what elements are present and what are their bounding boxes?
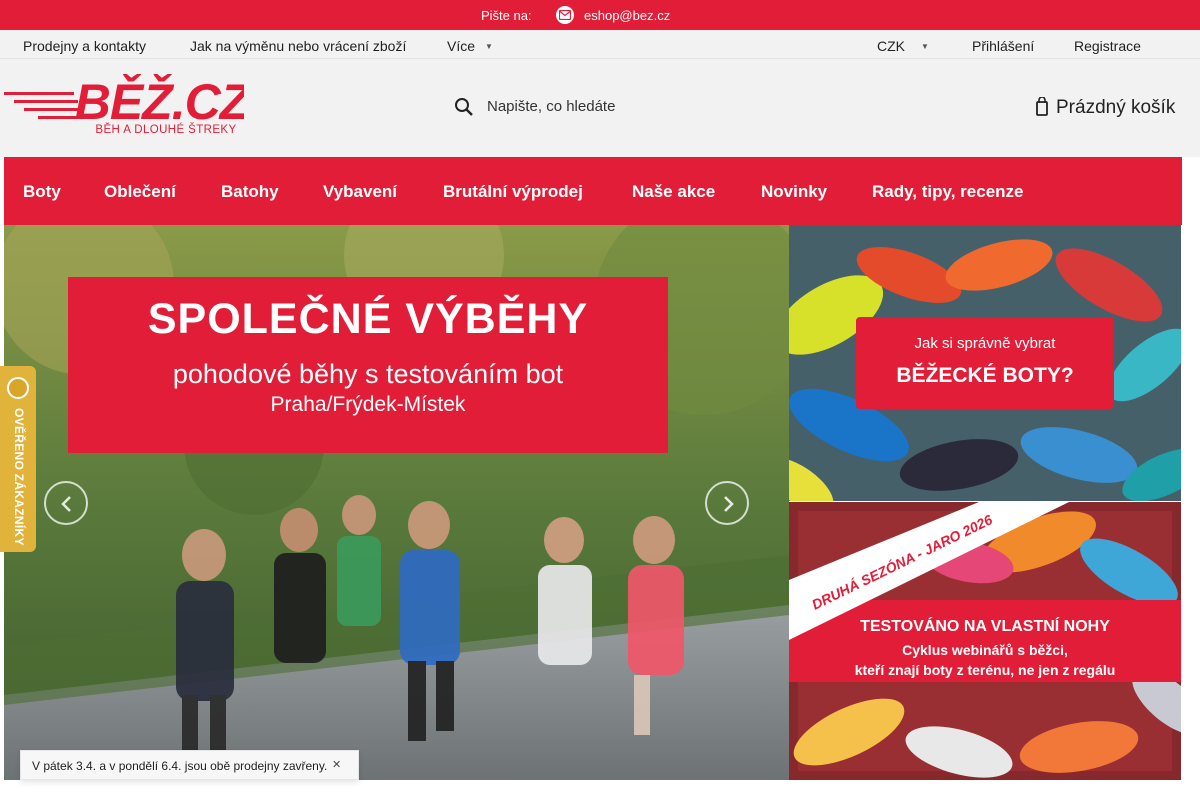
close-icon[interactable]: ✕ (332, 758, 341, 771)
contact-email-link[interactable]: eshop@bez.cz (584, 8, 670, 23)
main-nav: Boty Oblečení Batohy Vybavení Brutální v… (4, 157, 1182, 225)
slider-next-button[interactable] (705, 481, 749, 525)
slider-prev-button[interactable] (44, 481, 88, 525)
logo-text: BĚŽ.CZ (75, 74, 244, 130)
store-closure-notice: V pátek 3.4. a v pondělí 6.4. jsou obě p… (20, 750, 359, 780)
nav-more[interactable]: Více ▼ (447, 38, 493, 54)
shoe-guide-line1: Jak si správně vybrat (914, 335, 1056, 352)
currency-select[interactable]: CZK ▼ (877, 38, 929, 54)
main-nav-vyprodej[interactable]: Brutální výprodej (443, 182, 583, 202)
login-link[interactable]: Přihlášení (972, 38, 1034, 54)
chevron-right-icon (724, 496, 734, 512)
search-icon (455, 98, 473, 116)
main-nav-novinky[interactable]: Novinky (761, 182, 827, 202)
webinar-title: TESTOVÁNO NA VLASTNÍ NOHY (860, 618, 1110, 635)
currency-value: CZK (877, 38, 905, 54)
chevron-down-icon: ▼ (485, 42, 493, 51)
contact-label: Pište na: (481, 8, 532, 23)
search-placeholder: Napište, co hledáte (487, 98, 616, 115)
hero-banner[interactable]: SPOLEČNÉ VÝBĚHY pohodové běhy s testován… (4, 225, 789, 780)
main-nav-akce[interactable]: Naše akce (632, 182, 715, 202)
webinar-line1: Cyklus webinářů s běžci, (902, 642, 1068, 658)
verified-seal-icon (7, 377, 29, 399)
hero-location: Praha/Frýdek-Místek (270, 393, 466, 416)
chevron-down-icon: ▼ (921, 42, 929, 51)
register-link[interactable]: Registrace (1074, 38, 1141, 54)
cart-label: Prázdný košík (1056, 97, 1176, 118)
verified-customers-badge[interactable]: OVĚŘENO ZÁKAZNÍKY (0, 366, 36, 552)
top-contact-strip: Pište na: eshop@bez.cz (0, 0, 1200, 30)
search-box[interactable]: Napište, co hledáte (450, 92, 780, 122)
nav-stores-contacts[interactable]: Prodejny a kontakty (23, 38, 146, 54)
main-nav-batohy[interactable]: Batohy (221, 182, 279, 202)
notice-text: V pátek 3.4. a v pondělí 6.4. jsou obě p… (32, 759, 328, 773)
shoe-guide-photo (789, 225, 1181, 501)
main-nav-rady[interactable]: Rady, tipy, recenze (872, 182, 1023, 202)
chevron-left-icon (61, 496, 71, 512)
webinar-banner[interactable]: DRUHÁ SEZÓNA - JARO 2026 TESTOVÁNO NA VL… (789, 502, 1181, 780)
main-nav-boty[interactable]: Boty (23, 182, 61, 202)
webinar-line2: kteří znají boty z terénu, ne jen z regá… (854, 662, 1116, 678)
secondary-nav: Prodejny a kontakty Jak na výměnu nebo v… (0, 30, 1200, 59)
hero-subtitle: pohodové běhy s testováním bot (172, 359, 564, 389)
main-nav-obleceni[interactable]: Oblečení (104, 182, 176, 202)
webinar-photo (789, 502, 1181, 780)
mail-icon (556, 6, 574, 24)
site-logo[interactable]: BĚŽ.CZ BĚH A DLOUHÉ ŠTREKY (4, 72, 244, 136)
logo-tagline: BĚH A DLOUHÉ ŠTREKY (95, 123, 236, 136)
nav-more-label: Více (447, 38, 476, 54)
verified-text: OVĚŘENO ZÁKAZNÍKY (12, 408, 26, 546)
hero-title: SPOLEČNÉ VÝBĚHY (147, 295, 589, 343)
shoe-guide-line2: BĚŽECKÉ BOTY? (896, 364, 1074, 387)
shoe-guide-banner[interactable]: Jak si správně vybrat BĚŽECKÉ BOTY? (789, 225, 1181, 501)
site-header: BĚŽ.CZ BĚH A DLOUHÉ ŠTREKY Napište, co h… (0, 59, 1200, 157)
cart-icon (1036, 97, 1048, 116)
nav-returns[interactable]: Jak na výměnu nebo vrácení zboží (190, 38, 406, 54)
main-nav-vybaveni[interactable]: Vybavení (323, 182, 397, 202)
